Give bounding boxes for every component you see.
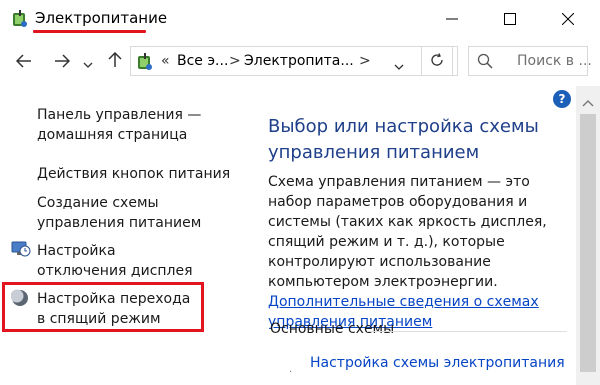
sidebar-item-power-buttons[interactable]: Действия кнопок питания <box>37 164 237 184</box>
address-history-button[interactable] <box>394 55 404 74</box>
close-icon <box>562 13 574 25</box>
title-highlight-underline <box>33 30 146 33</box>
up-button[interactable] <box>103 50 127 74</box>
sidebar-item-display-off[interactable]: Настройка отключения дисплея <box>37 241 207 281</box>
vertical-scrollbar[interactable] <box>576 86 600 385</box>
scrollbar-thumb[interactable] <box>580 114 596 372</box>
navigation-bar: « Все э... > Электропита... > Поиск в ..… <box>0 38 600 86</box>
minimize-icon <box>446 13 458 25</box>
address-bar[interactable]: « Все э... > Электропита... > <box>130 46 458 76</box>
page-description: Схема управления питанием — это набор па… <box>268 172 568 332</box>
search-icon <box>477 53 493 73</box>
section-divider <box>367 331 567 332</box>
arrow-up-icon <box>108 51 122 72</box>
close-button[interactable] <box>546 4 590 34</box>
page-heading: Выбор или настройка схемы управления пит… <box>268 116 539 163</box>
description-text: Схема управления питанием — это набор па… <box>268 174 547 290</box>
sleep-item-highlight-frame <box>2 282 204 332</box>
refresh-button[interactable] <box>421 46 453 76</box>
power-options-app-icon <box>12 10 28 28</box>
recent-locations-button[interactable] <box>80 50 96 74</box>
back-button[interactable] <box>12 50 36 74</box>
power-options-window: Электропитание « Все э... > Электропита.… <box>0 0 600 385</box>
window-title: Электропитание <box>35 9 168 27</box>
sidebar-item-create-plan[interactable]: Создание схемы управления питанием <box>37 193 232 233</box>
section-title: Основные схемы <box>270 321 395 337</box>
breadcrumb-overflow[interactable]: « <box>161 53 170 69</box>
plan-settings-link[interactable]: Настройка схемы электропитания <box>310 355 565 371</box>
display-clock-icon <box>11 240 31 262</box>
search-input[interactable]: Поиск в ... <box>468 46 592 76</box>
power-options-breadcrumb-icon <box>137 53 153 71</box>
refresh-icon <box>430 52 444 71</box>
sidebar-home-link[interactable]: Панель управления — домашняя страница <box>37 105 207 145</box>
chevron-down-icon <box>83 53 93 72</box>
title-bar: Электропитание <box>0 0 600 38</box>
search-placeholder: Поиск в ... <box>517 53 592 69</box>
chevron-down-icon <box>394 55 404 74</box>
forward-button[interactable] <box>50 50 74 74</box>
arrow-left-icon <box>15 53 32 72</box>
scroll-up-arrow-icon[interactable] <box>582 92 594 111</box>
minimize-button[interactable] <box>430 4 474 34</box>
breadcrumb-all-items[interactable]: Все э... <box>177 53 228 69</box>
help-button[interactable]: ? <box>553 90 571 108</box>
arrow-right-icon <box>54 53 71 72</box>
maximize-icon <box>504 13 516 25</box>
maximize-button[interactable] <box>488 4 532 34</box>
breadcrumb-arrow-2[interactable]: > <box>359 53 371 69</box>
bullet-dot-icon: · <box>289 367 293 378</box>
breadcrumb-arrow[interactable]: > <box>229 53 241 69</box>
breadcrumb-power-options[interactable]: Электропита... <box>244 53 354 69</box>
